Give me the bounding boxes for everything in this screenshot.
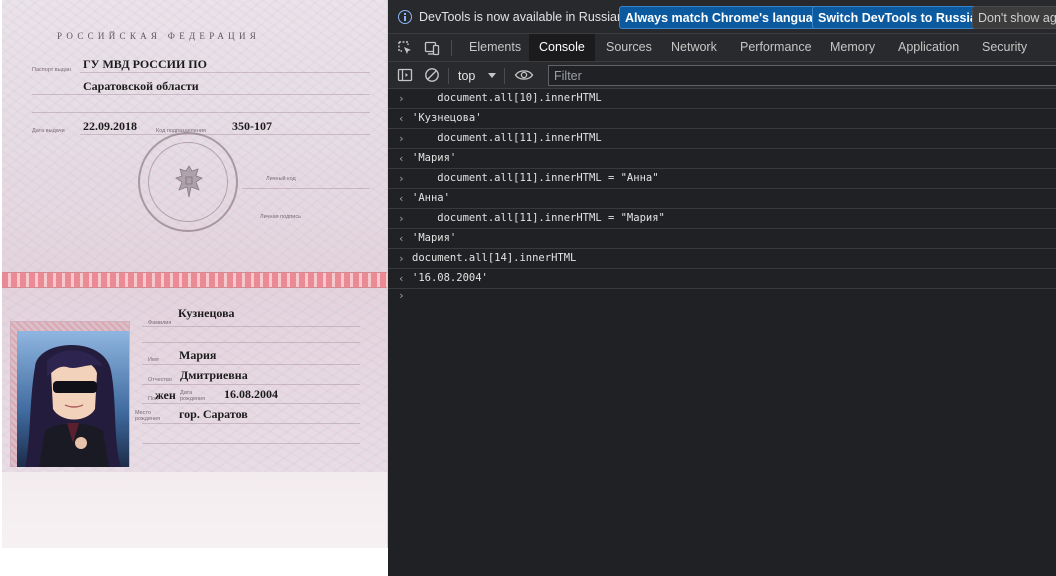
birth-place: гор. Саратов <box>179 407 248 421</box>
prompt-chevron-icon: › <box>398 289 405 302</box>
tab-console[interactable]: Console <box>529 34 595 61</box>
passport-underline <box>142 326 360 327</box>
toolbar-separator <box>448 68 449 84</box>
issued-by-line1: ГУ МВД РОССИИ ПО <box>83 57 207 71</box>
console-output-row: ‹ 'Кузнецова' <box>388 109 1056 129</box>
given-name: Мария <box>179 348 217 362</box>
console-command: document.all[14].innerHTML <box>412 252 577 264</box>
match-chrome-language-button[interactable]: Always match Chrome's language <box>619 6 834 29</box>
console-result: 'Анна' <box>412 192 450 204</box>
portrait-illustration <box>17 331 129 467</box>
console-output: › document.all[10].innerHTML ‹ 'Кузнецов… <box>388 89 1056 576</box>
output-arrow-icon: ‹ <box>398 272 405 285</box>
console-result: '16.08.2004' <box>412 272 488 284</box>
patronymic: Дмитриевна <box>180 368 248 382</box>
passport-country-title: РОССИЙСКАЯ ФЕДЕРАЦИЯ <box>57 31 261 41</box>
issued-by-label: Паспорт выдан <box>32 67 71 73</box>
patronymic-label: Отчество <box>148 377 172 383</box>
passport-underline <box>142 342 360 343</box>
tab-sources[interactable]: Sources <box>596 34 662 61</box>
devtools-tabbar: Elements Console Sources Network Perform… <box>388 34 1056 62</box>
console-input-row: › document.all[11].innerHTML = "Анна" <box>388 169 1056 189</box>
tab-application[interactable]: Application <box>888 34 969 61</box>
inspect-element-icon[interactable] <box>397 40 413 56</box>
signature-label: Личная подпись <box>260 214 301 220</box>
passport-seam <box>2 272 387 288</box>
live-expression-eye-icon[interactable] <box>514 67 534 83</box>
issue-date-label: Дата выдачи <box>32 128 65 134</box>
console-output-row: ‹ 'Мария' <box>388 149 1056 169</box>
console-command: document.all[11].innerHTML = "Анна" <box>412 172 659 184</box>
holder-photo <box>17 331 129 467</box>
console-result: 'Кузнецова' <box>412 112 482 124</box>
passport-image: РОССИЙСКАЯ ФЕДЕРАЦИЯ Паспорт выдан ГУ МВ… <box>2 0 388 548</box>
console-input-row: › document.all[11].innerHTML <box>388 129 1056 149</box>
web-page: РОССИЙСКАЯ ФЕДЕРАЦИЯ Паспорт выдан ГУ МВ… <box>0 0 388 576</box>
console-input-row: › document.all[10].innerHTML <box>388 89 1056 109</box>
passport-underline <box>80 134 370 135</box>
surname: Кузнецова <box>178 306 235 320</box>
passport-underline <box>32 112 370 113</box>
issue-date: 22.09.2018 <box>83 119 137 133</box>
output-arrow-icon: ‹ <box>398 112 405 125</box>
output-arrow-icon: ‹ <box>398 152 405 165</box>
devtools-panel: DevTools is now available in Russian! Al… <box>388 0 1056 576</box>
tab-network[interactable]: Network <box>661 34 727 61</box>
birth-place-label: Место рождения <box>135 410 161 422</box>
switch-to-russian-button[interactable]: Switch DevTools to Russian <box>812 6 991 29</box>
console-filter-input[interactable] <box>548 65 1056 86</box>
console-result: 'Мария' <box>412 232 457 244</box>
input-chevron-icon: › <box>398 252 405 265</box>
passport-underline <box>142 423 360 424</box>
chevron-down-icon[interactable] <box>488 73 496 78</box>
tab-security[interactable]: Security <box>972 34 1037 61</box>
context-selector[interactable]: top <box>458 67 475 85</box>
console-prompt[interactable]: › <box>388 286 1056 306</box>
birth-date: 16.08.2004 <box>224 387 278 401</box>
output-arrow-icon: ‹ <box>398 232 405 245</box>
language-infobar: DevTools is now available in Russian! Al… <box>388 0 1056 34</box>
device-toolbar-icon[interactable] <box>424 40 440 56</box>
tab-performance[interactable]: Performance <box>730 34 822 61</box>
passport-underline <box>142 443 360 444</box>
birth-date-label: Дата рождения <box>180 390 206 402</box>
issued-by-line2: Саратовской области <box>83 79 199 93</box>
input-chevron-icon: › <box>398 92 405 105</box>
sidebar-toggle-icon[interactable] <box>397 67 413 83</box>
console-output-row: ‹ 'Мария' <box>388 229 1056 249</box>
input-chevron-icon: › <box>398 172 405 185</box>
console-command: document.all[11].innerHTML = "Мария" <box>412 212 665 224</box>
console-command: document.all[11].innerHTML <box>412 132 602 144</box>
official-stamp <box>138 132 238 232</box>
passport-underline <box>242 188 370 189</box>
console-output-row: ‹ 'Анна' <box>388 189 1056 209</box>
console-command: document.all[10].innerHTML <box>412 92 602 104</box>
passport-underline <box>32 94 370 95</box>
passport-underline <box>80 72 370 73</box>
personal-code-label: Личный код <box>266 176 296 182</box>
console-input-row: › document.all[11].innerHTML = "Мария" <box>388 209 1056 229</box>
toolbar-separator <box>504 68 505 84</box>
console-toolbar: top <box>388 62 1056 89</box>
passport-bottom-margin <box>2 472 387 548</box>
name-label: Имя <box>148 357 159 363</box>
passport-underline <box>142 403 360 404</box>
tab-memory[interactable]: Memory <box>820 34 885 61</box>
passport-underline <box>142 384 360 385</box>
clear-console-icon[interactable] <box>424 67 440 83</box>
console-input-row: › document.all[14].innerHTML <box>388 249 1056 269</box>
info-icon <box>398 10 412 24</box>
input-chevron-icon: › <box>398 132 405 145</box>
division-code: 350-107 <box>232 119 272 133</box>
input-chevron-icon: › <box>398 212 405 225</box>
console-result: 'Мария' <box>412 152 457 164</box>
toolbar-separator <box>451 40 452 56</box>
eagle-emblem-icon <box>175 165 203 198</box>
dont-show-again-button[interactable]: Don't show ag <box>972 6 1056 29</box>
output-arrow-icon: ‹ <box>398 192 405 205</box>
tab-elements[interactable]: Elements <box>459 34 531 61</box>
infobar-message: DevTools is now available in Russian! <box>419 10 628 24</box>
sex: жен <box>155 388 176 402</box>
passport-underline <box>142 364 360 365</box>
